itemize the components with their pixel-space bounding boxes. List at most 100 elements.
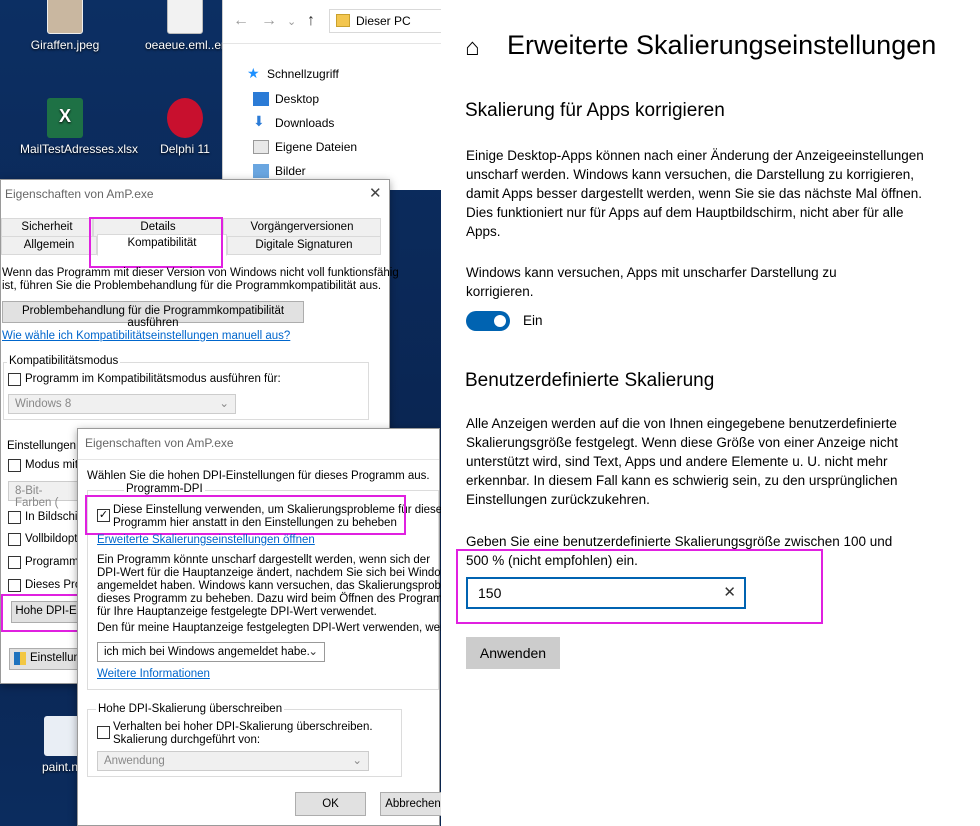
high-dpi-dialog: Eigenschaften von AmP.exe Wählen Sie die… — [77, 428, 478, 826]
intro-line: Wenn das Programm mit dieser Version von… — [2, 267, 399, 279]
select-value: Windows 8 — [15, 398, 72, 410]
desktop-folder-icon — [253, 92, 269, 106]
tab-general[interactable]: Allgemein — [1, 236, 97, 255]
shield-icon — [14, 652, 26, 665]
paragraph-line: Ein Programm könnte unscharf dargestellt… — [97, 554, 431, 566]
delphi-icon — [167, 98, 203, 138]
close-icon[interactable]: ✕ — [369, 184, 382, 202]
toggle-knob — [494, 315, 506, 327]
tab-digital-signatures[interactable]: Digitale Signaturen — [227, 236, 381, 255]
section-description: Alle Anzeigen werden auf die von Ihnen e… — [466, 416, 898, 507]
more-info-link[interactable]: Weitere Informationen — [97, 668, 210, 680]
tree-label: Desktop — [275, 92, 320, 106]
intro-text: Wählen Sie die hohen DPI-Einstellungen f… — [87, 470, 430, 482]
setting-checkbox[interactable] — [8, 459, 21, 472]
tab-previous-versions[interactable]: Vorgängerversionen — [223, 218, 381, 237]
settings-window: ⌂ Erweiterte Skalierungseinstellungen Sk… — [441, 0, 980, 826]
desktop-icon-paint[interactable]: paint.n — [8, 716, 80, 774]
setting-checkbox[interactable] — [8, 579, 21, 592]
address-text: Dieser PC — [356, 14, 411, 28]
desktop-icon-eml[interactable]: oeaeue.eml..er — [140, 0, 230, 52]
cancel-button[interactable]: Abbrechen — [380, 792, 446, 816]
change-settings-button[interactable]: Einstellung — [9, 648, 86, 670]
dpi-line: Den für meine Hauptanzeige festgelegten … — [97, 622, 453, 634]
desktop-icon-label: MailTestAdresses.xlsx — [20, 142, 139, 156]
section-title-custom-scaling: Benutzerdefinierte Skalierung — [465, 370, 715, 391]
toggle-state: Ein — [523, 313, 543, 328]
download-icon: ⬇ — [253, 113, 265, 129]
desktop-icon-label: oeaeue.eml..er — [144, 38, 226, 52]
up-arrow-icon[interactable]: ↑ — [307, 12, 315, 30]
chevron-down-icon[interactable]: ⌄ — [287, 15, 296, 28]
home-icon[interactable]: ⌂ — [465, 36, 480, 60]
color-depth-select[interactable]: 8-Bit-Farben ( — [8, 481, 78, 509]
section-description: Einige Desktop-Apps können nach einer Än… — [466, 148, 924, 239]
group-label: Hohe DPI-Skalierung überschreiben — [96, 703, 285, 715]
paragraph-line: DPI-Wert für die Hauptanzeige ändert, na… — [97, 567, 455, 579]
desktop-icon-label: Delphi 11 — [160, 142, 210, 156]
desktop-icon-giraffen[interactable]: Giraffen.jpeg — [20, 0, 110, 52]
section-title-fix-apps: Skalierung für Apps korrigieren — [465, 100, 725, 121]
forward-arrow-icon[interactable]: → — [261, 12, 277, 30]
excel-icon: X — [47, 98, 83, 138]
group-label: Kompatibilitätsmodus — [7, 355, 121, 367]
title-divider — [78, 459, 439, 460]
checkbox-label: Skalierung durchgeführt von: — [113, 734, 261, 746]
manual-settings-link[interactable]: Wie wähle ich Kompatibilitätseinstellung… — [2, 330, 290, 342]
file-explorer-window: ← → ⌄ ↑ Dieser PC ★ Schnellzugriff Deskt… — [222, 0, 449, 190]
image-file-icon — [47, 0, 83, 34]
highlight-box — [456, 549, 823, 624]
mail-file-icon — [167, 0, 203, 34]
override-checkbox[interactable] — [97, 726, 110, 739]
troubleshoot-button[interactable]: Problembehandlung für die Programmkompat… — [2, 301, 304, 329]
address-bar[interactable]: Dieser PC — [329, 9, 449, 33]
desktop-icon-label: paint.n — [41, 760, 78, 774]
select-value: ich mich bei Windows angemeldet habe. — [104, 646, 310, 658]
paragraph-line: für Ihre Hauptanzeige festgelegte DPI-We… — [97, 606, 377, 618]
toggle-description: Windows kann versuchen, Apps mit unschar… — [466, 265, 837, 299]
pictures-icon — [253, 164, 269, 178]
chevron-down-icon: ⌄ — [219, 398, 229, 410]
apply-button[interactable]: Anwenden — [466, 637, 560, 669]
select-value: Anwendung — [104, 755, 165, 767]
checkbox-label: Programm im Kompatibilitätsmodus ausführ… — [25, 373, 281, 385]
tree-label: Eigene Dateien — [275, 140, 358, 154]
override-select[interactable]: Anwendung ⌄ — [97, 751, 369, 771]
back-arrow-icon[interactable]: ← — [233, 12, 249, 30]
compat-os-select[interactable]: Windows 8 ⌄ — [8, 394, 236, 414]
paragraph-line: angemeldet haben. Windows kann versuchen… — [97, 580, 477, 592]
group-label: Einstellungen — [7, 440, 77, 452]
setting-checkbox[interactable] — [8, 556, 21, 569]
highlight-box — [89, 217, 223, 268]
select-value: 8-Bit-Farben ( — [15, 485, 59, 509]
compat-mode-checkbox[interactable] — [8, 373, 21, 386]
folder-icon — [336, 14, 350, 27]
desktop-icon-delphi[interactable]: Delphi 11 — [140, 98, 230, 156]
desktop-icon-xlsx[interactable]: X MailTestAdresses.xlsx — [20, 98, 139, 156]
chevron-down-icon: ⌄ — [352, 755, 362, 767]
document-icon — [253, 140, 269, 154]
ok-button[interactable]: OK — [295, 792, 366, 816]
highlight-box — [85, 495, 406, 535]
tree-label: Schnellzugriff — [267, 67, 339, 81]
desktop-icon-label: Giraffen.jpeg — [30, 38, 100, 52]
setting-checkbox[interactable] — [8, 533, 21, 546]
paragraph-line: dieses Programm zu beheben. Dazu wird be… — [97, 593, 478, 605]
setting-checkbox[interactable] — [8, 511, 21, 524]
checkbox-label: Verhalten bei hoher DPI-Skalierung übers… — [113, 721, 373, 733]
tree-label: Downloads — [275, 116, 335, 130]
dpi-timing-select[interactable]: ich mich bei Windows angemeldet habe. ⌄ — [97, 642, 325, 662]
page-title: Erweiterte Skalierungseinstellungen — [507, 30, 937, 60]
fix-apps-toggle[interactable] — [466, 311, 510, 331]
explorer-toolbar: ← → ⌄ ↑ Dieser PC — [223, 0, 449, 44]
paint-icon — [44, 716, 80, 756]
star-icon: ★ — [247, 65, 260, 81]
tab-security[interactable]: Sicherheit — [1, 218, 93, 237]
group-label: Programm-DPI — [124, 483, 205, 495]
chevron-down-icon: ⌄ — [308, 646, 318, 658]
advanced-scaling-link[interactable]: Erweiterte Skalierungseinstellungen öffn… — [97, 534, 315, 546]
dialog-title: Eigenschaften von AmP.exe — [85, 436, 234, 450]
dialog-title: Eigenschaften von AmP.exe — [5, 187, 154, 201]
intro-line: ist, führen Sie die Problembehandlung fü… — [2, 280, 382, 292]
tree-label: Bilder — [275, 164, 306, 178]
